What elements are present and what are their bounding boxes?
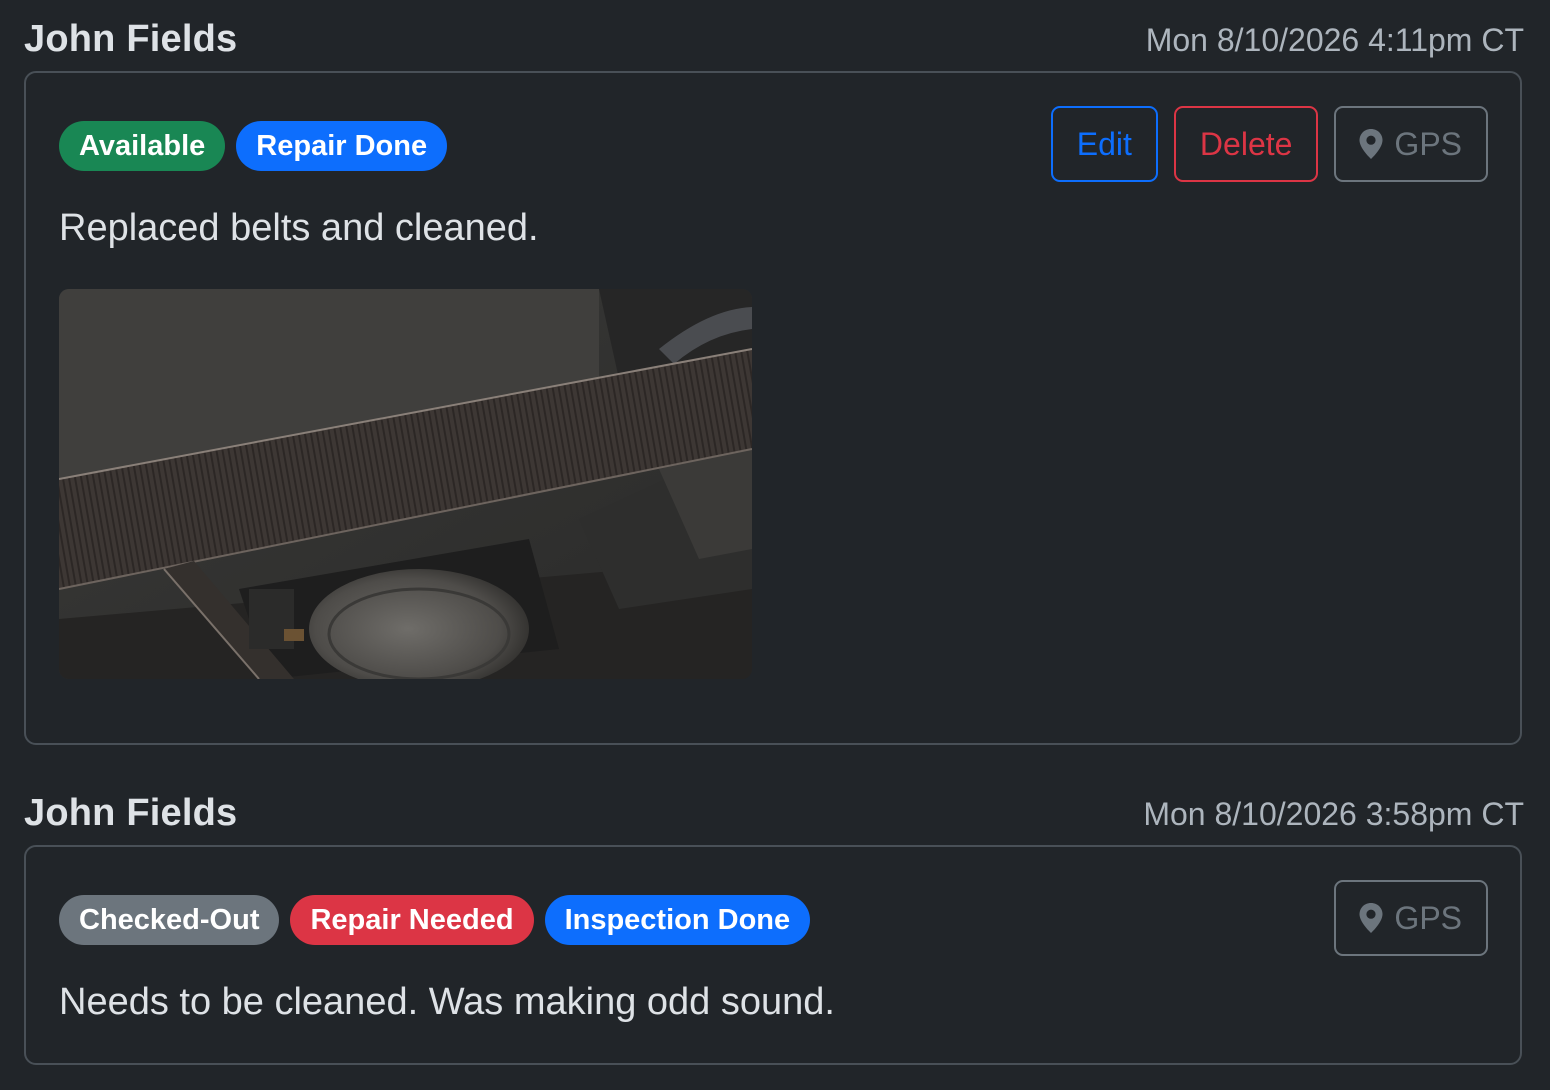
entry-header: John Fields Mon 8/10/2026 4:11pm CT (24, 18, 1524, 61)
entry-note: Needs to be cleaned. Was making odd soun… (59, 981, 835, 1023)
map-pin-icon (1358, 128, 1384, 160)
edit-button[interactable]: Edit (1050, 106, 1158, 182)
entry-timestamp: Mon 8/10/2026 4:11pm CT (1145, 22, 1524, 58)
delete-button[interactable]: Delete (1173, 106, 1319, 182)
entry-note: Replaced belts and cleaned. (59, 207, 539, 249)
entry-card: Available Repair Done Edit Delete GPS Re… (24, 71, 1522, 745)
status-badges: Checked-Out Repair Needed Inspection Don… (59, 895, 811, 945)
entry-actions: Edit Delete GPS (1050, 106, 1488, 182)
status-badges: Available Repair Done (59, 121, 448, 171)
map-pin-icon (1358, 902, 1384, 934)
author-name: John Fields (24, 792, 238, 834)
activity-feed: John Fields Mon 8/10/2026 4:11pm CT Avai… (0, 0, 1550, 1090)
entry-timestamp: Mon 8/10/2026 3:58pm CT (1143, 796, 1524, 832)
gps-button[interactable]: GPS (1334, 106, 1488, 182)
status-badge-inspection-done: Inspection Done (544, 895, 811, 945)
belt-photo-image (59, 289, 752, 679)
author-name: John Fields (24, 18, 238, 60)
status-badge-available: Available (59, 121, 226, 171)
entry-card: Checked-Out Repair Needed Inspection Don… (24, 845, 1522, 1065)
gps-button[interactable]: GPS (1334, 880, 1488, 956)
gps-button-label: GPS (1394, 899, 1462, 936)
gps-button-label: GPS (1394, 125, 1462, 162)
status-badge-repair-needed: Repair Needed (290, 895, 534, 945)
entry-actions: GPS (1334, 880, 1488, 956)
status-badge-repair-done: Repair Done (236, 121, 448, 171)
attachment-photo[interactable] (59, 289, 752, 679)
entry-header: John Fields Mon 8/10/2026 3:58pm CT (24, 792, 1524, 835)
status-badge-checked-out: Checked-Out (59, 895, 280, 945)
